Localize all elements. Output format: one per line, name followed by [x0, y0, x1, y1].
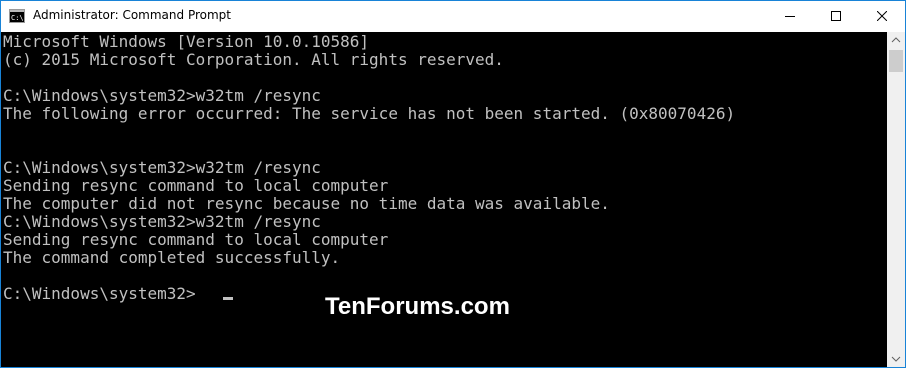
maximize-icon [831, 11, 841, 21]
close-button[interactable] [859, 1, 905, 32]
console-line: The command completed successfully. [3, 248, 341, 267]
svg-text:C:\: C:\ [11, 14, 24, 22]
console-line: Microsoft Windows [Version 10.0.10586] [3, 32, 370, 51]
console-prompt: C:\Windows\system32> [3, 284, 196, 303]
command-prompt-icon: C:\ [9, 9, 25, 23]
scrollbar-thumb[interactable] [889, 50, 903, 72]
console-line: C:\Windows\system32>w32tm /resync [3, 158, 321, 177]
console-line: Sending resync command to local computer [3, 176, 389, 195]
chevron-down-icon [891, 356, 901, 362]
command-prompt-window: C:\ Administrator: Command Prompt Micros… [0, 0, 906, 368]
window-title: Administrator: Command Prompt [33, 8, 231, 22]
maximize-button[interactable] [813, 1, 859, 32]
console-line: The computer did not resync because no t… [3, 194, 610, 213]
minimize-icon [785, 16, 795, 17]
console-line: Sending resync command to local computer [3, 230, 389, 249]
minimize-button[interactable] [767, 1, 813, 32]
console-line: C:\Windows\system32>w32tm /resync [3, 212, 321, 231]
chevron-up-icon [891, 37, 901, 43]
scroll-up-button[interactable] [887, 32, 905, 49]
text-cursor [223, 297, 233, 300]
console-line: (c) 2015 Microsoft Corporation. All righ… [3, 50, 504, 69]
vertical-scrollbar[interactable] [887, 32, 905, 367]
console-line: C:\Windows\system32>w32tm /resync [3, 86, 321, 105]
watermark: TenForums.com [325, 293, 510, 320]
console-output[interactable]: Microsoft Windows [Version 10.0.10586] (… [1, 32, 887, 367]
title-bar[interactable]: C:\ Administrator: Command Prompt [1, 1, 905, 32]
scroll-down-button[interactable] [887, 350, 905, 367]
close-icon [877, 11, 887, 21]
console-line: The following error occurred: The servic… [3, 104, 736, 123]
